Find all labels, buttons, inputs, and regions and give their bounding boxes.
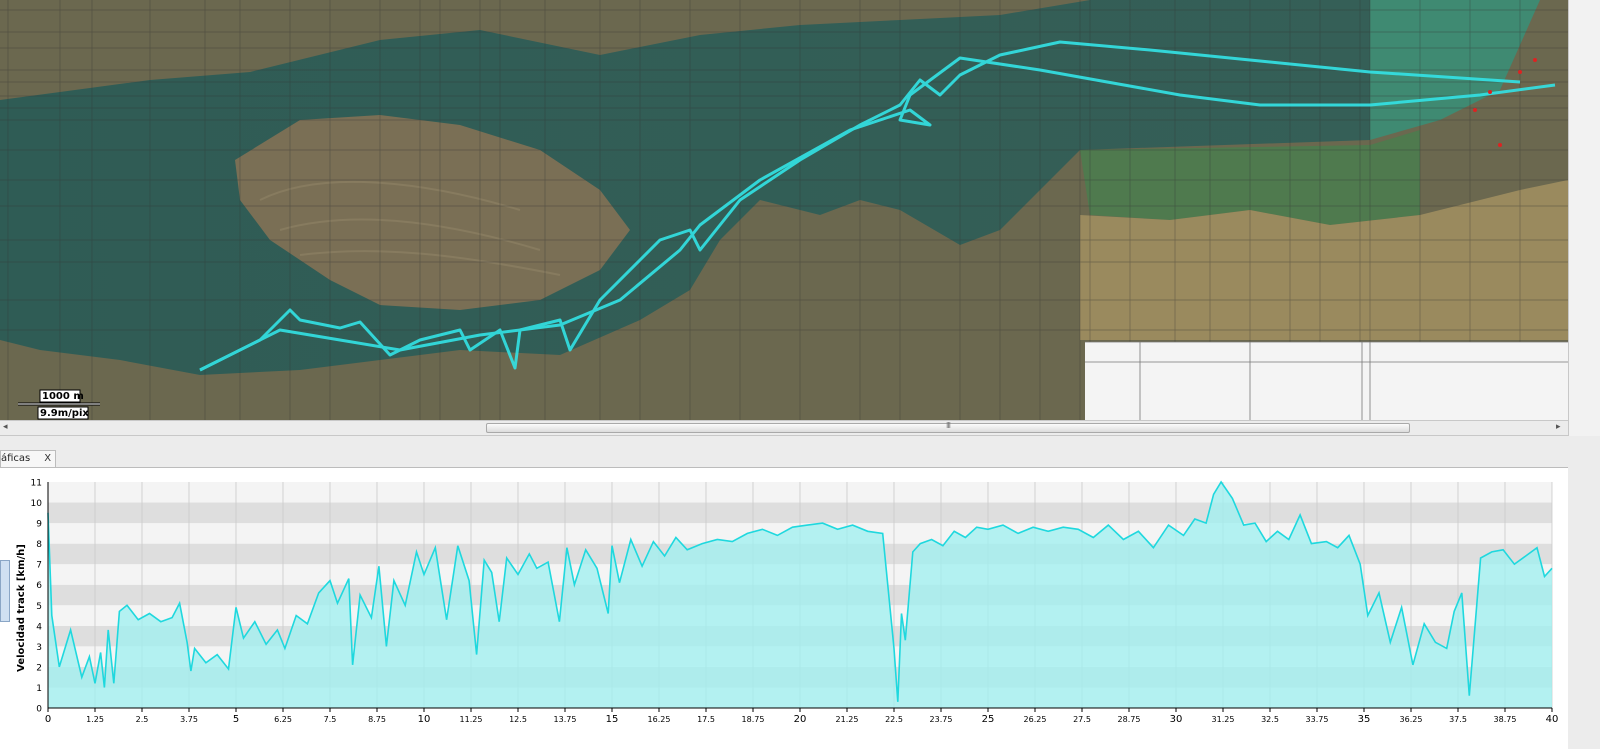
y-tick-label: 10 [31,499,43,509]
y-tick-label: 7 [36,561,42,571]
scroll-right-arrow-icon[interactable]: ▸ [1556,422,1561,432]
x-tick-label: 30 [1170,714,1183,725]
x-tick-label: 16.25 [648,715,671,724]
y-tick-label: 3 [36,643,42,653]
x-tick-label: 26.25 [1024,715,1047,724]
y-tick-label: 2 [36,663,42,673]
speed-chart-area[interactable]: 0 1 2 3 4 5 6 7 8 9 10 11 0 1.25 2.5 3.75 5 6.25 7.5 8.75 1… [0,467,1568,749]
scroll-grip-icon: III [945,421,951,430]
x-tick-label: 36.25 [1400,715,1423,724]
satellite-map[interactable]: 1000 m 9.9m/pix [0,0,1568,420]
y-tick-label: 6 [36,581,42,591]
x-tick-label: 23.75 [930,715,953,724]
x-tick-label: 2.5 [136,715,149,724]
y-axis-label: Velocidad track [km/h] [16,544,27,672]
vertical-scrollbar[interactable] [1568,0,1600,436]
y-tick-label: 5 [36,602,42,612]
x-tick-label: 13.75 [554,715,577,724]
y-tick-label: 8 [36,540,42,550]
horizontal-scrollbar[interactable]: ◂ III ▸ [0,420,1568,436]
x-tick-label: 22.5 [885,715,903,724]
x-tick-label: 12.5 [509,715,527,724]
x-tick-label: 15 [606,714,619,725]
tab-close-button[interactable]: X [44,451,51,467]
x-tick-label: 7.5 [324,715,337,724]
y-tick-label: 4 [36,622,42,632]
scroll-left-arrow-icon[interactable]: ◂ [3,422,8,432]
x-tick-label: 27.5 [1073,715,1091,724]
x-tick-label: 32.5 [1261,715,1279,724]
charts-panel: áficas X 0 1 2 3 4 5 6 7 8 9 10 11 0 1.25 2.5 3.75 5 6.2… [0,436,1600,749]
x-tick-label: 20 [794,714,807,725]
x-tick-label: 5 [233,714,239,725]
side-panel-handle[interactable] [0,560,10,622]
x-tick-label: 0 [45,714,51,725]
x-tick-label: 17.5 [697,715,715,724]
y-tick-label: 0 [36,705,42,715]
x-tick-label: 35 [1358,714,1371,725]
missing-tile-area [1085,342,1568,420]
y-tick-label: 9 [36,520,42,530]
x-tick-label: 31.25 [1212,715,1235,724]
x-tick-label: 38.75 [1494,715,1517,724]
y-tick-labels: 0 1 2 3 4 5 6 7 8 9 10 11 [31,479,43,715]
x-tick-labels: 0 1.25 2.5 3.75 5 6.25 7.5 8.75 10 11.25 12.5 13.75… [45,708,1559,725]
x-tick-label: 33.75 [1306,715,1329,724]
x-tick-label: 3.75 [180,715,198,724]
horizontal-scroll-thumb[interactable]: III [486,421,1410,433]
x-tick-label: 8.75 [368,715,386,724]
x-tick-label: 28.75 [1118,715,1141,724]
x-tick-label: 37.5 [1449,715,1467,724]
x-tick-label: 40 [1546,714,1559,725]
map-view[interactable]: 1000 m 9.9m/pix [0,0,1568,420]
x-tick-label: 10 [418,714,431,725]
x-tick-label: 21.25 [836,715,859,724]
x-tick-label: 25 [982,714,995,725]
x-tick-label: 18.75 [742,715,765,724]
tab-label: áficas [1,453,31,464]
x-tick-label: 11.25 [460,715,483,724]
tab-graficas[interactable]: áficas X [0,450,57,467]
x-tick-label: 1.25 [86,715,104,724]
speed-chart[interactable]: 0 1 2 3 4 5 6 7 8 9 10 11 0 1.25 2.5 3.75 5 6.25 7.5 8.75 1… [0,468,1568,749]
x-tick-label: 6.25 [274,715,292,724]
y-tick-label: 11 [31,479,42,489]
scale-distance: 1000 m [42,391,84,402]
y-tick-label: 1 [36,684,42,694]
scale-resolution: 9.9m/pix [40,408,89,419]
